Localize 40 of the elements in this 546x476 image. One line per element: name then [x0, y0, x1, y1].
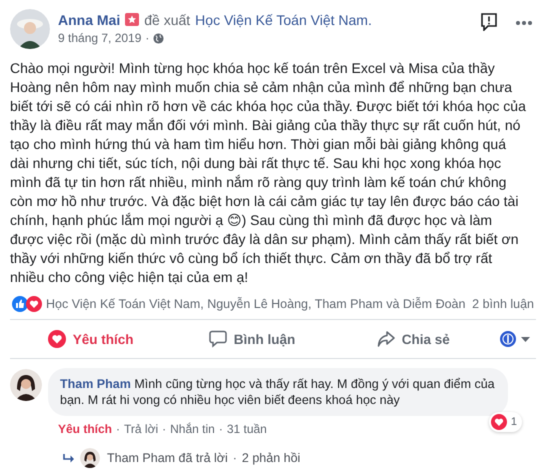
- separator-dot: ·: [218, 422, 223, 436]
- love-button[interactable]: Yêu thích: [10, 323, 172, 355]
- love-reaction-icon: [490, 414, 507, 430]
- comment-action-link[interactable]: Yêu thích: [58, 422, 112, 436]
- speech-bubble-icon: [208, 330, 227, 348]
- reply-summary-link[interactable]: Tham Pham đã trả lời: [107, 451, 228, 465]
- comment-count[interactable]: 2 bình luận: [472, 297, 534, 311]
- globe-icon: [153, 32, 164, 44]
- reaction-count-badge[interactable]: 1: [488, 412, 522, 432]
- reaction-count: 1: [510, 415, 517, 430]
- replier-avatar-icon[interactable]: [80, 448, 100, 468]
- reply-arrow-icon: [63, 454, 75, 462]
- report-icon[interactable]: [480, 13, 498, 31]
- commenter-name[interactable]: Tham Pham: [60, 377, 131, 391]
- page-link[interactable]: Học Viện Kế Toán Việt Nam.: [195, 12, 372, 28]
- post-text: Chào mọi người! Mình từng học khóa học kế toán trên Excel và Misa của thầy Hoàng nên hôm nay mình muốn chia sẻ cảm nhận của mình để những bạn chưa biết tới sẽ có cái nhìn rõ hơn về các khóa học của thầy. Được biết tới khóa học của thầy là điều rất may mắn đối với mình. Bài giảng của thầy thực sự rất cuốn hút, nó tạo cho mình hứng thú và ham tìm hiểu hơn. Thời gian mỗi bài giảng không quá dài nhưng chi tiết, súc tích, nội dung bài rất thực tế. Sau khi học xong khóa học mình đã tự tin hơn rất nhiều, mình nắm rõ ràng quy trình làm kế toán chứ không còn mơ hồ như trước. Và đặc biệt hơn là cái cảm giác tự tay lên được báo cáo tài chính, hạnh phúc lắm mọi người ạ 😊) Sau cùng thì mình đã được học và làm được việc rồi (mặc dù mình trước đây là dân sư phạm). Mình cảm thấy rất biết ơn thầy với những kiến thức vô cùng bổ ích thiết thực. Cảm ơn thầy đã bổ trợ rất nhiều cho công việc hiện tại của em ạ!: [10, 59, 527, 287]
- page-logo-icon: [500, 331, 516, 347]
- comment-button[interactable]: Bình luận: [171, 323, 333, 355]
- love-reaction-icon: [26, 296, 42, 312]
- commenter-avatar-icon[interactable]: [10, 369, 42, 401]
- separator-dot: ·: [116, 422, 120, 436]
- separator-dot: ·: [232, 451, 237, 465]
- reaction-names[interactable]: Học Viện Kế Toán Việt Nam, Nguyễn Lê Hoàng, Tham Pham và Diễm Đoàn: [46, 297, 472, 311]
- avatar-icon[interactable]: [10, 9, 50, 49]
- more-options-icon[interactable]: [516, 21, 532, 25]
- post-date[interactable]: 9 tháng 7, 2019: [58, 31, 142, 45]
- caret-icon: [520, 336, 530, 342]
- like-reaction-icon: [12, 296, 28, 312]
- comment-action-link[interactable]: Trả lời: [124, 422, 158, 436]
- share-arrow-icon: [376, 331, 395, 347]
- separator-dot: ·: [162, 422, 166, 436]
- reply-count-link[interactable]: 2 phản hồi: [242, 451, 300, 465]
- comment-action-link[interactable]: 31 tuần: [226, 422, 267, 436]
- separator-dot: ·: [145, 31, 150, 45]
- star-badge-icon: [125, 13, 140, 27]
- comment-action-link[interactable]: Nhắn tin: [170, 422, 215, 436]
- share-button[interactable]: Chia sẻ: [332, 323, 494, 355]
- author-name[interactable]: Anna Mai: [58, 12, 120, 28]
- comment-text: Tham Pham Mình cũng từng học và thấy rất hay. M đồng ý với quan điểm của bạn. M rát hi vong có nhiều học viên biết đeens khoá học này: [60, 376, 496, 408]
- action-text: đề xuất: [144, 12, 190, 28]
